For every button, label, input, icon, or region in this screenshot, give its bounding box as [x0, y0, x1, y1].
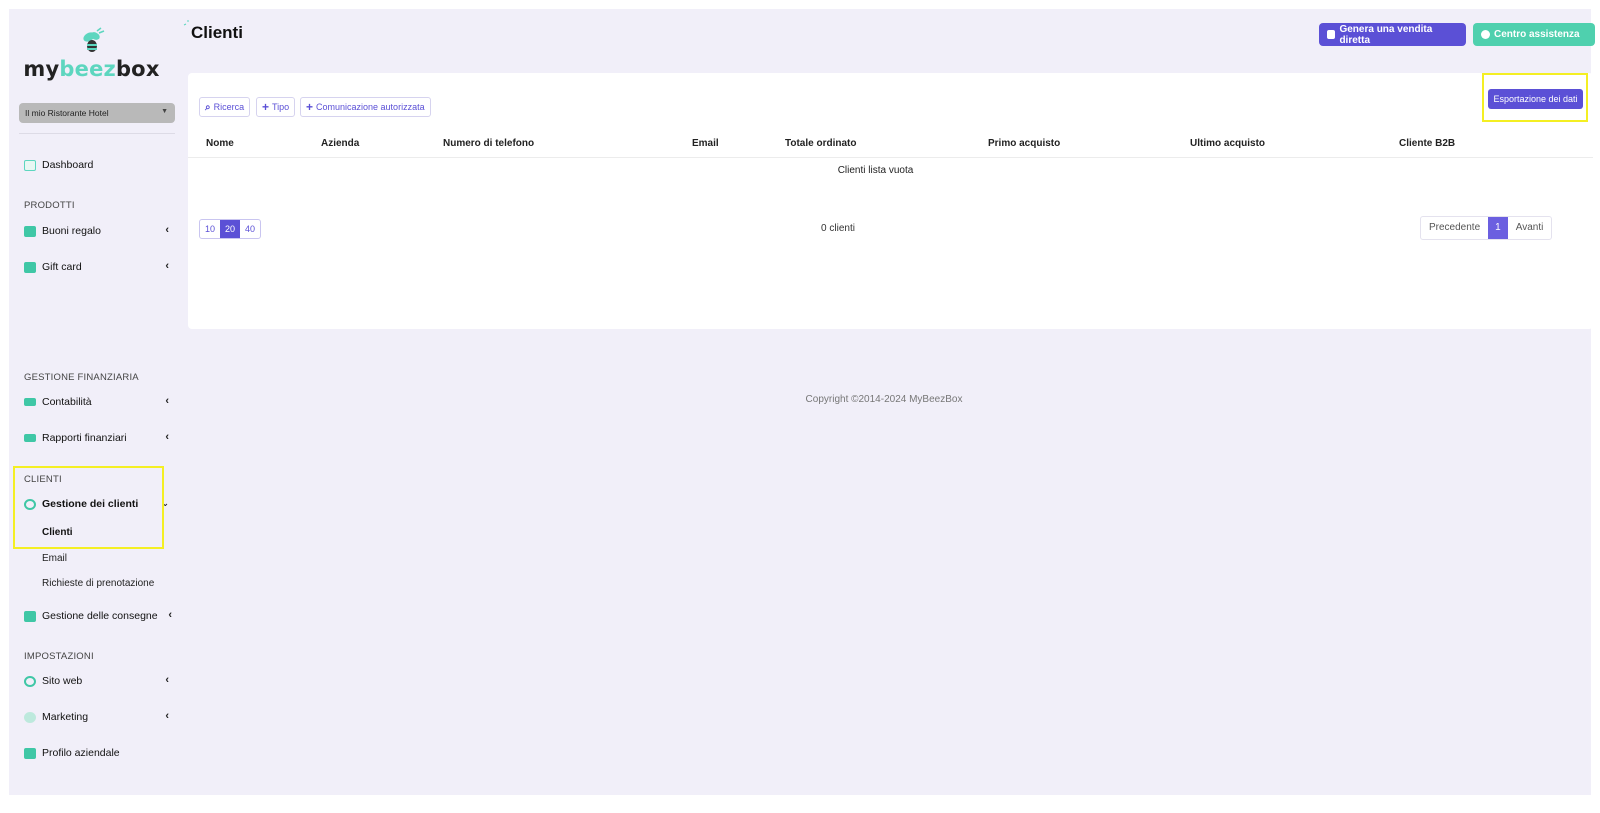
app-frame: mybeezbox Il mio Ristorante Hotel ▼ Dash… [9, 9, 1595, 795]
globe-icon [24, 675, 36, 687]
sidebar-item-label: Profilo aziendale [42, 747, 120, 759]
question-circle-icon [1481, 30, 1490, 39]
copyright: Copyright ©2014-2024 MyBeezBox [805, 394, 963, 405]
building-icon [24, 747, 36, 759]
help-center-label: Centro assistenza [1494, 29, 1580, 40]
authorized-communication-filter-button[interactable]: + Comunicazione autorizzata [300, 97, 431, 117]
sidebar-item-deliveries[interactable]: Gestione delle consegne ‹ [24, 608, 172, 624]
sidebar-item-label: Rapporti finanziari [42, 432, 127, 444]
chevron-left-icon: ‹ [168, 609, 172, 621]
target-icon [24, 711, 36, 723]
sidebar-item-gift-vouchers[interactable]: Buoni regalo ‹ [24, 223, 169, 239]
section-finance: GESTIONE FINANZIARIA [24, 372, 139, 383]
sidebar-item-website[interactable]: Sito web ‹ [24, 673, 169, 689]
sidebar-item-label: Gestione delle consegne [42, 610, 158, 622]
chevron-left-icon: ‹ [165, 674, 169, 686]
table-header-divider [188, 157, 1593, 158]
sidebar-item-label: Buoni regalo [42, 225, 101, 237]
venue-selector-label: Il mio Ristorante Hotel [25, 108, 109, 118]
column-header-name[interactable]: Nome [206, 138, 234, 149]
sidebar-item-company-profile[interactable]: Profilo aziendale [24, 745, 169, 761]
logo[interactable]: mybeezbox [9, 27, 174, 81]
next-page-button[interactable]: Avanti [1508, 217, 1552, 239]
logo-wordmark: mybeezbox [23, 57, 160, 81]
column-header-first-purchase[interactable]: Primo acquisto [988, 138, 1060, 149]
section-settings: IMPOSTAZIONI [24, 651, 94, 662]
banknote-icon [24, 434, 36, 442]
column-header-b2b-client[interactable]: Cliente B2B [1399, 138, 1455, 149]
previous-page-button[interactable]: Precedente [1421, 217, 1488, 239]
bee-logo-icon [82, 27, 104, 52]
section-products: PRODOTTI [24, 200, 75, 211]
column-header-phone[interactable]: Numero di telefono [443, 138, 534, 149]
chevron-left-icon: ‹ [165, 710, 169, 722]
sidebar-subitem-booking-requests[interactable]: Richieste di prenotazione [42, 578, 154, 589]
clients-card: ⌕ Ricerca + Tipo + Comunicazione autoriz… [188, 73, 1593, 329]
type-filter-button[interactable]: + Tipo [256, 97, 296, 117]
empty-table-message: Clienti lista vuota [837, 165, 914, 176]
sidebar-item-financial-reports[interactable]: Rapporti finanziari ‹ [24, 430, 169, 446]
column-header-email[interactable]: Email [692, 138, 719, 149]
sidebar-item-marketing[interactable]: Marketing ‹ [24, 709, 169, 725]
plus-square-icon [1327, 30, 1336, 39]
chevron-left-icon: ‹ [165, 431, 169, 443]
column-header-total-ordered[interactable]: Totale ordinato [785, 138, 856, 149]
chevron-down-icon: ▼ [161, 108, 168, 115]
page-title: Clienti [191, 23, 243, 42]
client-count: 0 clienti [821, 223, 855, 234]
dashboard-icon [24, 159, 36, 171]
gift-card-icon [24, 261, 36, 273]
search-filter-button[interactable]: ⌕ Ricerca [199, 97, 251, 117]
truck-icon [24, 610, 36, 622]
search-filter-label: Ricerca [213, 102, 245, 112]
chevron-left-icon: ‹ [165, 260, 169, 272]
generate-sale-button[interactable]: Genera una vendita diretta [1319, 23, 1466, 46]
pagination: Precedente 1 Avanti [1420, 216, 1553, 240]
current-page-button[interactable]: 1 [1488, 217, 1508, 239]
sidebar-item-label: Sito web [42, 675, 83, 687]
search-icon: ⌕ [205, 101, 211, 113]
column-header-company[interactable]: Azienda [321, 138, 359, 149]
type-filter-label: Tipo [272, 102, 290, 112]
plus-icon: + [262, 100, 270, 114]
sidebar-item-label: Dashboard [42, 159, 94, 171]
plus-icon: + [306, 100, 314, 114]
column-header-last-purchase[interactable]: Ultimo acquisto [1190, 138, 1265, 149]
highlight-clients-section [13, 466, 164, 549]
sidebar-item-gift-card[interactable]: Gift card ‹ [24, 259, 169, 275]
sidebar-divider [19, 133, 175, 134]
sidebar-item-dashboard[interactable]: Dashboard [24, 157, 169, 173]
sidebar-item-label: Gift card [42, 261, 82, 273]
generate-sale-label: Genera una vendita diretta [1339, 23, 1433, 46]
sidebar-subitem-email[interactable]: Email [42, 553, 67, 564]
chevron-left-icon: ‹ [165, 224, 169, 236]
sidebar-item-label: Marketing [42, 711, 89, 723]
venue-selector[interactable]: Il mio Ristorante Hotel ▼ [19, 103, 175, 123]
highlight-export [1482, 73, 1588, 122]
help-center-button[interactable]: Centro assistenza [1473, 23, 1595, 46]
voucher-icon [24, 225, 36, 237]
authorized-communication-label: Comunicazione autorizzata [316, 102, 425, 112]
